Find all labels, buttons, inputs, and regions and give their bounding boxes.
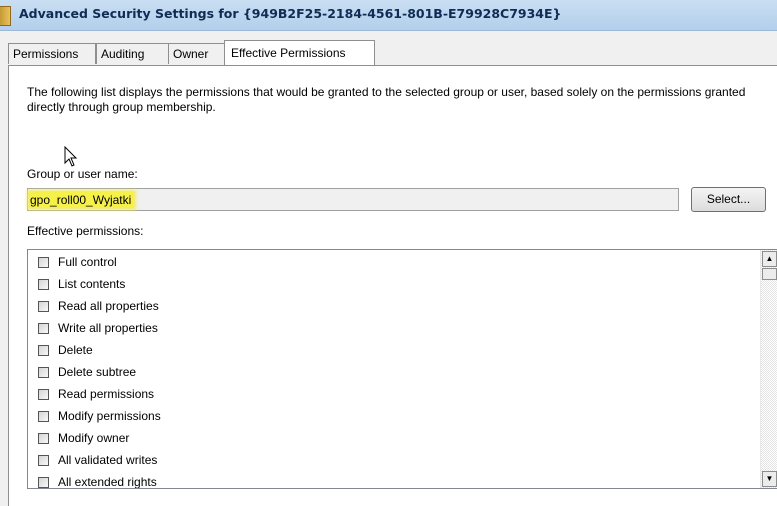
checkbox [38,411,49,422]
tab-owner[interactable]: Owner [168,43,228,64]
checkbox [38,389,49,400]
effective-permissions-list[interactable]: Full control List contents Read all prop… [27,249,777,489]
checkbox [38,367,49,378]
checkbox [38,301,49,312]
permission-label: Modify permissions [58,409,161,423]
tab-effective-permissions[interactable]: Effective Permissions [224,40,375,66]
effective-permissions-label: Effective permissions: [27,224,144,238]
permission-label: Modify owner [58,431,130,445]
checkbox [38,477,49,488]
checkbox [38,279,49,290]
folder-icon [0,6,11,26]
permission-label: Read all properties [58,299,159,313]
scrollbar-thumb[interactable] [762,268,777,280]
permission-label: Delete subtree [58,365,137,379]
checkbox [38,455,49,466]
checkbox [38,433,49,444]
window-title: Advanced Security Settings for {949B2F25… [19,6,562,21]
select-button[interactable]: Select... [691,187,766,212]
title-bar: Advanced Security Settings for {949B2F25… [0,0,777,31]
checkbox [38,257,49,268]
scroll-down-arrow-icon[interactable]: ▼ [762,471,777,487]
permission-label: Delete [58,343,93,357]
permission-label: All extended rights [58,475,157,489]
description-text: The following list displays the permissi… [27,85,746,114]
checkbox [38,323,49,334]
group-or-user-name-field[interactable]: gpo_roll00_Wyjatki [27,188,679,211]
group-or-user-name-value: gpo_roll00_Wyjatki [29,192,135,208]
mouse-pointer-icon [64,146,78,167]
permission-label: List contents [58,277,126,291]
scroll-up-arrow-icon[interactable]: ▲ [762,251,777,267]
tab-auditing[interactable]: Auditing [96,43,170,64]
permission-label: Full control [58,255,117,269]
vertical-scrollbar[interactable]: ▲ ▼ [760,250,777,488]
permission-label: All validated writes [58,453,158,467]
permission-label: Read permissions [58,387,155,401]
group-or-user-label: Group or user name: [27,167,138,181]
checkbox [38,345,49,356]
tab-permissions[interactable]: Permissions [8,43,96,64]
permission-label: Write all properties [58,321,158,335]
